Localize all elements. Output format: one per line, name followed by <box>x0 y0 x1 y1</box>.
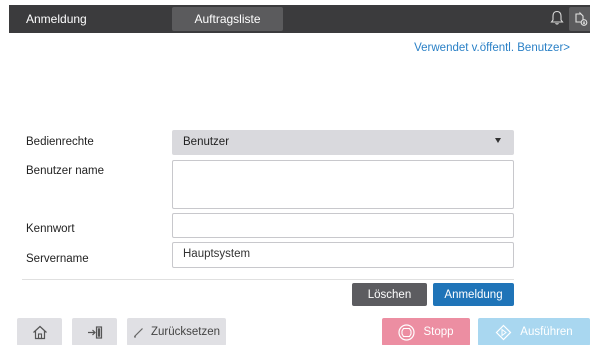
stop-icon <box>398 323 416 341</box>
reset-label: Zurücksetzen <box>150 326 221 338</box>
start-icon <box>495 324 512 340</box>
logout-icon <box>87 325 102 339</box>
delete-button[interactable]: Löschen <box>352 283 427 306</box>
server-name-label: Servername <box>26 253 89 265</box>
public-user-link[interactable]: Verwendet v.öffentl. Benutzer> <box>414 42 570 54</box>
server-name-field[interactable]: Hauptsystem <box>172 242 514 268</box>
reset-button[interactable]: Zurücksetzen <box>127 318 226 345</box>
top-bar: Anmeldung Auftragsliste <box>9 5 590 33</box>
rights-label: Bedienrechte <box>26 136 94 148</box>
bell-icon[interactable] <box>545 6 569 30</box>
username-label: Benutzer name <box>26 165 104 177</box>
start-button[interactable]: Ausführen <box>478 318 590 345</box>
stop-label: Stopp <box>423 326 454 338</box>
login-button[interactable]: Anmeldung <box>433 283 514 306</box>
screen-title: Anmeldung <box>26 12 87 26</box>
home-button[interactable] <box>17 318 62 345</box>
tab-job-list[interactable]: Auftragsliste <box>172 7 283 31</box>
stop-button[interactable]: Stopp <box>382 318 470 345</box>
divider <box>22 279 514 280</box>
eraser-icon <box>133 327 143 337</box>
usb-icon[interactable] <box>569 7 590 31</box>
password-field[interactable] <box>172 213 514 238</box>
logout-button[interactable] <box>72 318 117 345</box>
username-field[interactable] <box>172 160 514 209</box>
bottom-bar: Zurücksetzen Stopp Ausführen <box>0 312 590 345</box>
start-label: Ausführen <box>520 326 573 338</box>
dropdown-arrow-icon <box>495 138 501 143</box>
password-label: Kennwort <box>26 223 75 235</box>
home-icon <box>32 325 47 339</box>
rights-select[interactable]: Benutzer <box>172 130 514 155</box>
rights-select-value: Benutzer <box>183 136 230 148</box>
